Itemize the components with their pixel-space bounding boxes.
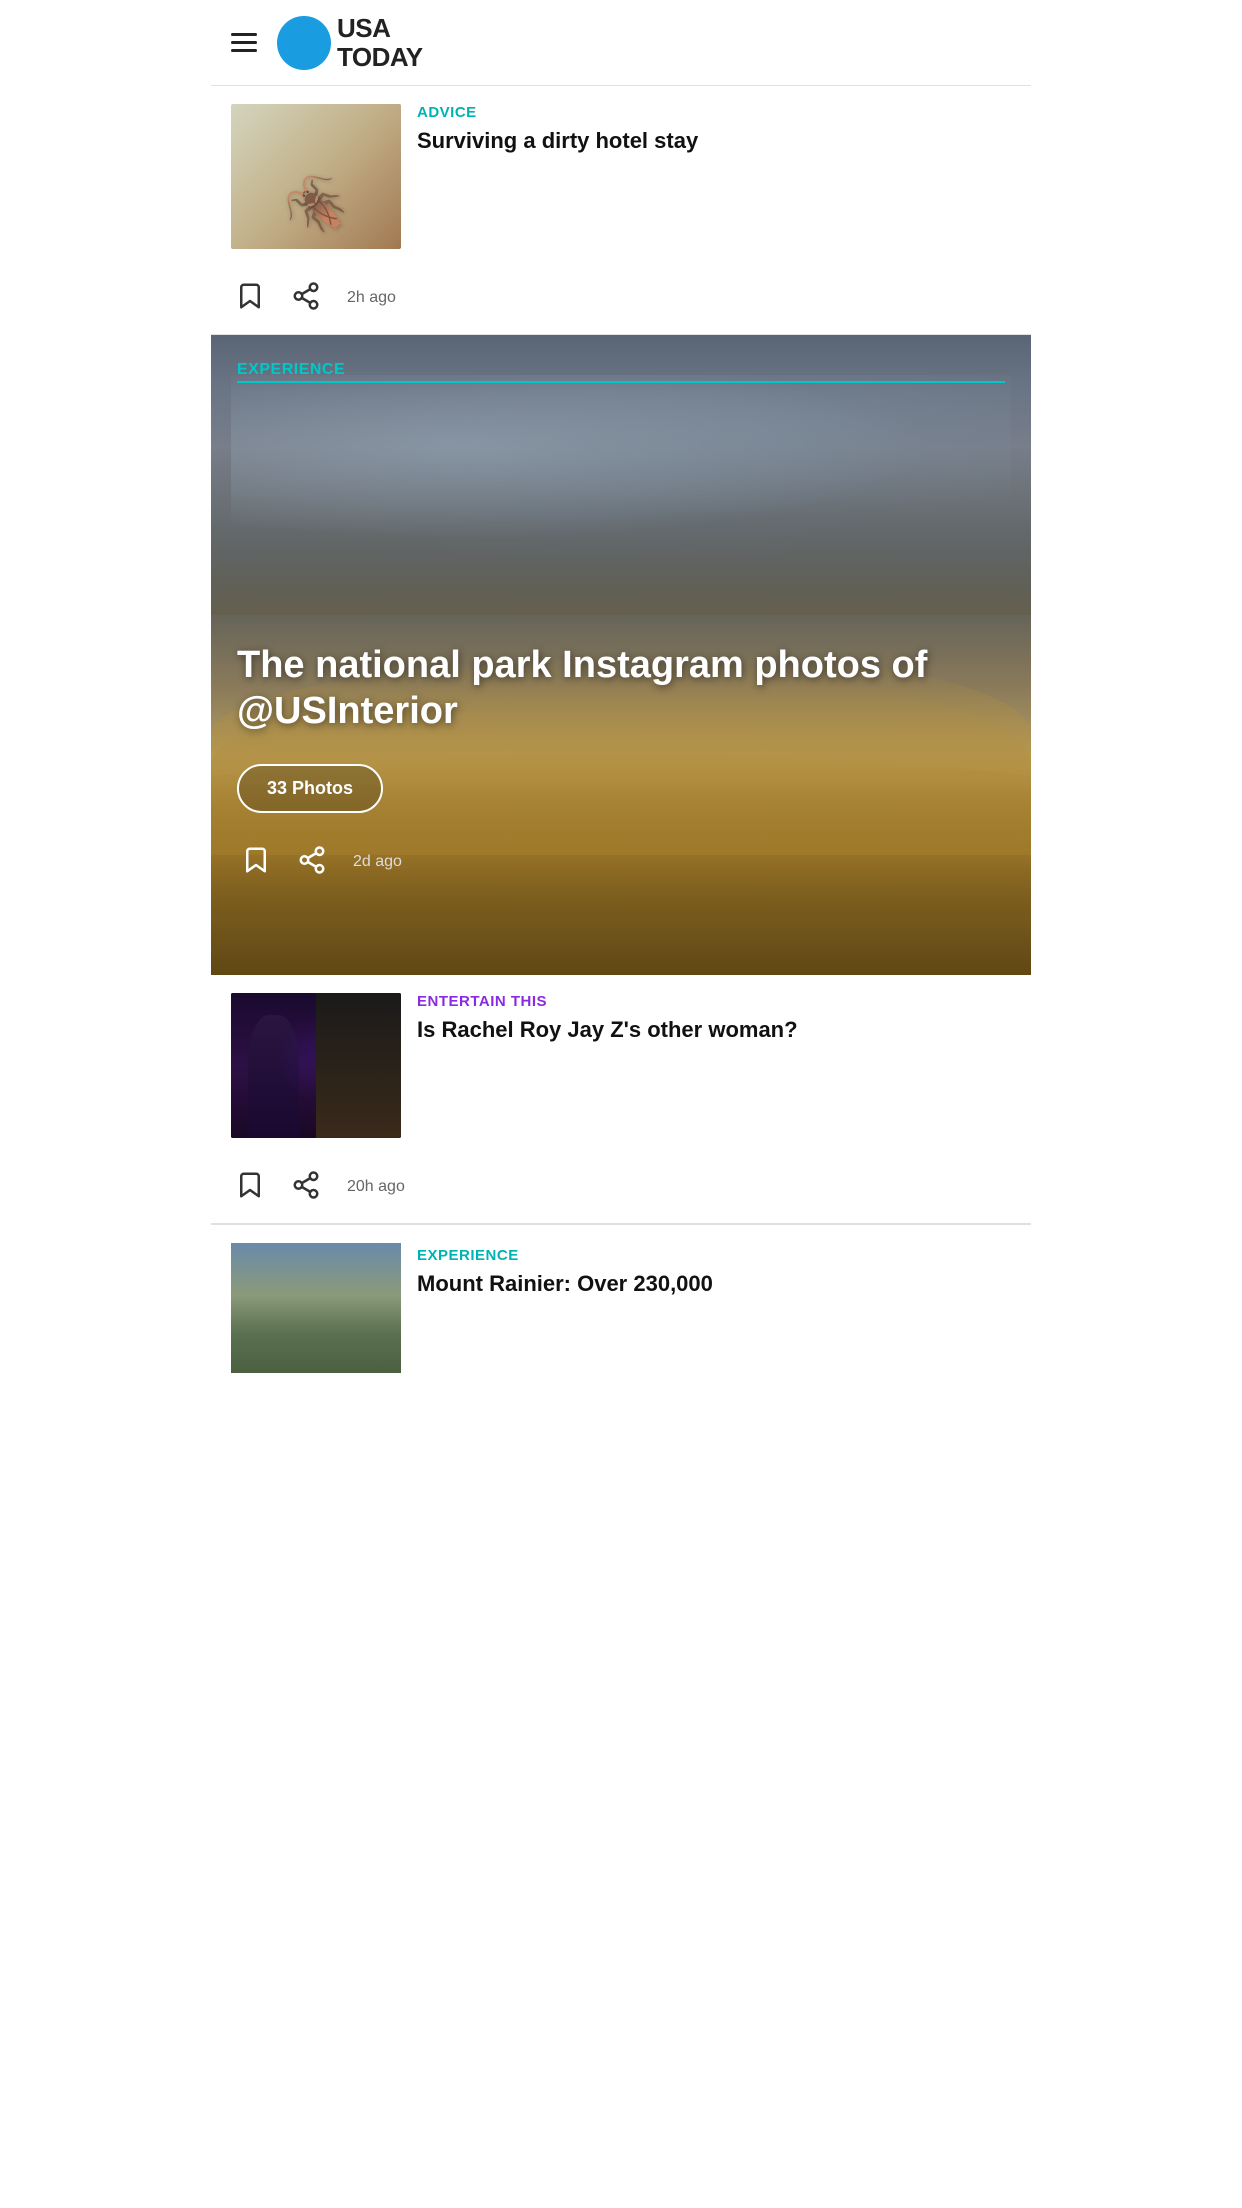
share-icon-white: [297, 845, 327, 875]
timestamp-hotel: 2h ago: [347, 289, 396, 307]
bookmark-icon: [235, 281, 265, 311]
card-actions-hotel: 2h ago: [231, 263, 1011, 334]
article-card-rachel-roy: ENTERTAIN THIS Is Rachel Roy Jay Z's oth…: [211, 975, 1031, 1224]
share-button-national-park[interactable]: [293, 841, 331, 882]
logo-text: USA TODAY: [337, 14, 423, 71]
share-button-hotel[interactable]: [287, 277, 325, 318]
person-right-bg: [316, 993, 401, 1138]
photos-button[interactable]: 33 Photos: [237, 764, 383, 813]
article-thumbnail-rachel[interactable]: [231, 993, 401, 1138]
logo-circle: [277, 16, 331, 70]
card-actions-rachel: 20h ago: [231, 1152, 1011, 1223]
article-title-mount-rainier[interactable]: Mount Rainier: Over 230,000: [417, 1270, 1011, 1299]
article-meta-rachel: ENTERTAIN THIS Is Rachel Roy Jay Z's oth…: [417, 993, 1011, 1045]
article-thumbnail-mount-rainier[interactable]: [231, 1243, 401, 1373]
article-card-national-park: EXPERIENCE The national park Instagram p…: [211, 335, 1031, 975]
card-top-rachel: ENTERTAIN THIS Is Rachel Roy Jay Z's oth…: [231, 993, 1011, 1138]
hamburger-line-1: [231, 33, 257, 36]
mountain-bg-gradient: [231, 1243, 401, 1373]
article-thumbnail-hotel[interactable]: 🪳: [231, 104, 401, 249]
tile-overlay: [231, 104, 401, 249]
featured-card-actions: 2d ago: [237, 841, 1005, 902]
menu-button[interactable]: [231, 29, 267, 56]
glow-effect: [274, 1013, 359, 1100]
logo-area[interactable]: USA TODAY: [277, 14, 423, 71]
silhouette-right: [329, 1008, 389, 1139]
bookmark-button-national-park[interactable]: [237, 841, 275, 882]
category-label-entertain[interactable]: ENTERTAIN THIS: [417, 993, 1011, 1010]
category-label-experience-bottom[interactable]: EXPERIENCE: [417, 1247, 1011, 1264]
category-label-advice[interactable]: ADVICE: [417, 104, 1011, 121]
share-icon-rachel: [291, 1170, 321, 1200]
bookmark-button-rachel[interactable]: [231, 1166, 269, 1207]
article-title-rachel[interactable]: Is Rachel Roy Jay Z's other woman?: [417, 1016, 1011, 1045]
timestamp-national-park: 2d ago: [353, 853, 402, 871]
hamburger-line-2: [231, 41, 257, 44]
bookmark-button-hotel[interactable]: [231, 277, 269, 318]
card-top: 🪳 ADVICE Surviving a dirty hotel stay: [231, 104, 1011, 249]
article-meta-mount-rainier: EXPERIENCE Mount Rainier: Over 230,000: [417, 1243, 1011, 1299]
share-button-rachel[interactable]: [287, 1166, 325, 1207]
category-label-experience-featured[interactable]: EXPERIENCE: [237, 361, 1005, 383]
timestamp-rachel: 20h ago: [347, 1178, 405, 1196]
article-card-hotel: 🪳 ADVICE Surviving a dirty hotel stay 2h…: [211, 86, 1031, 335]
bookmark-icon-rachel: [235, 1170, 265, 1200]
article-meta-hotel: ADVICE Surviving a dirty hotel stay: [417, 104, 1011, 156]
bookmark-icon-white: [241, 845, 271, 875]
article-title-national-park[interactable]: The national park Instagram photos of @U…: [237, 643, 1005, 734]
article-card-mount-rainier-partial: EXPERIENCE Mount Rainier: Over 230,000: [211, 1224, 1031, 1383]
share-icon: [291, 281, 321, 311]
app-header: USA TODAY: [211, 0, 1031, 86]
featured-content: EXPERIENCE The national park Instagram p…: [211, 335, 1031, 975]
article-title-hotel[interactable]: Surviving a dirty hotel stay: [417, 127, 1011, 156]
hamburger-line-3: [231, 49, 257, 52]
